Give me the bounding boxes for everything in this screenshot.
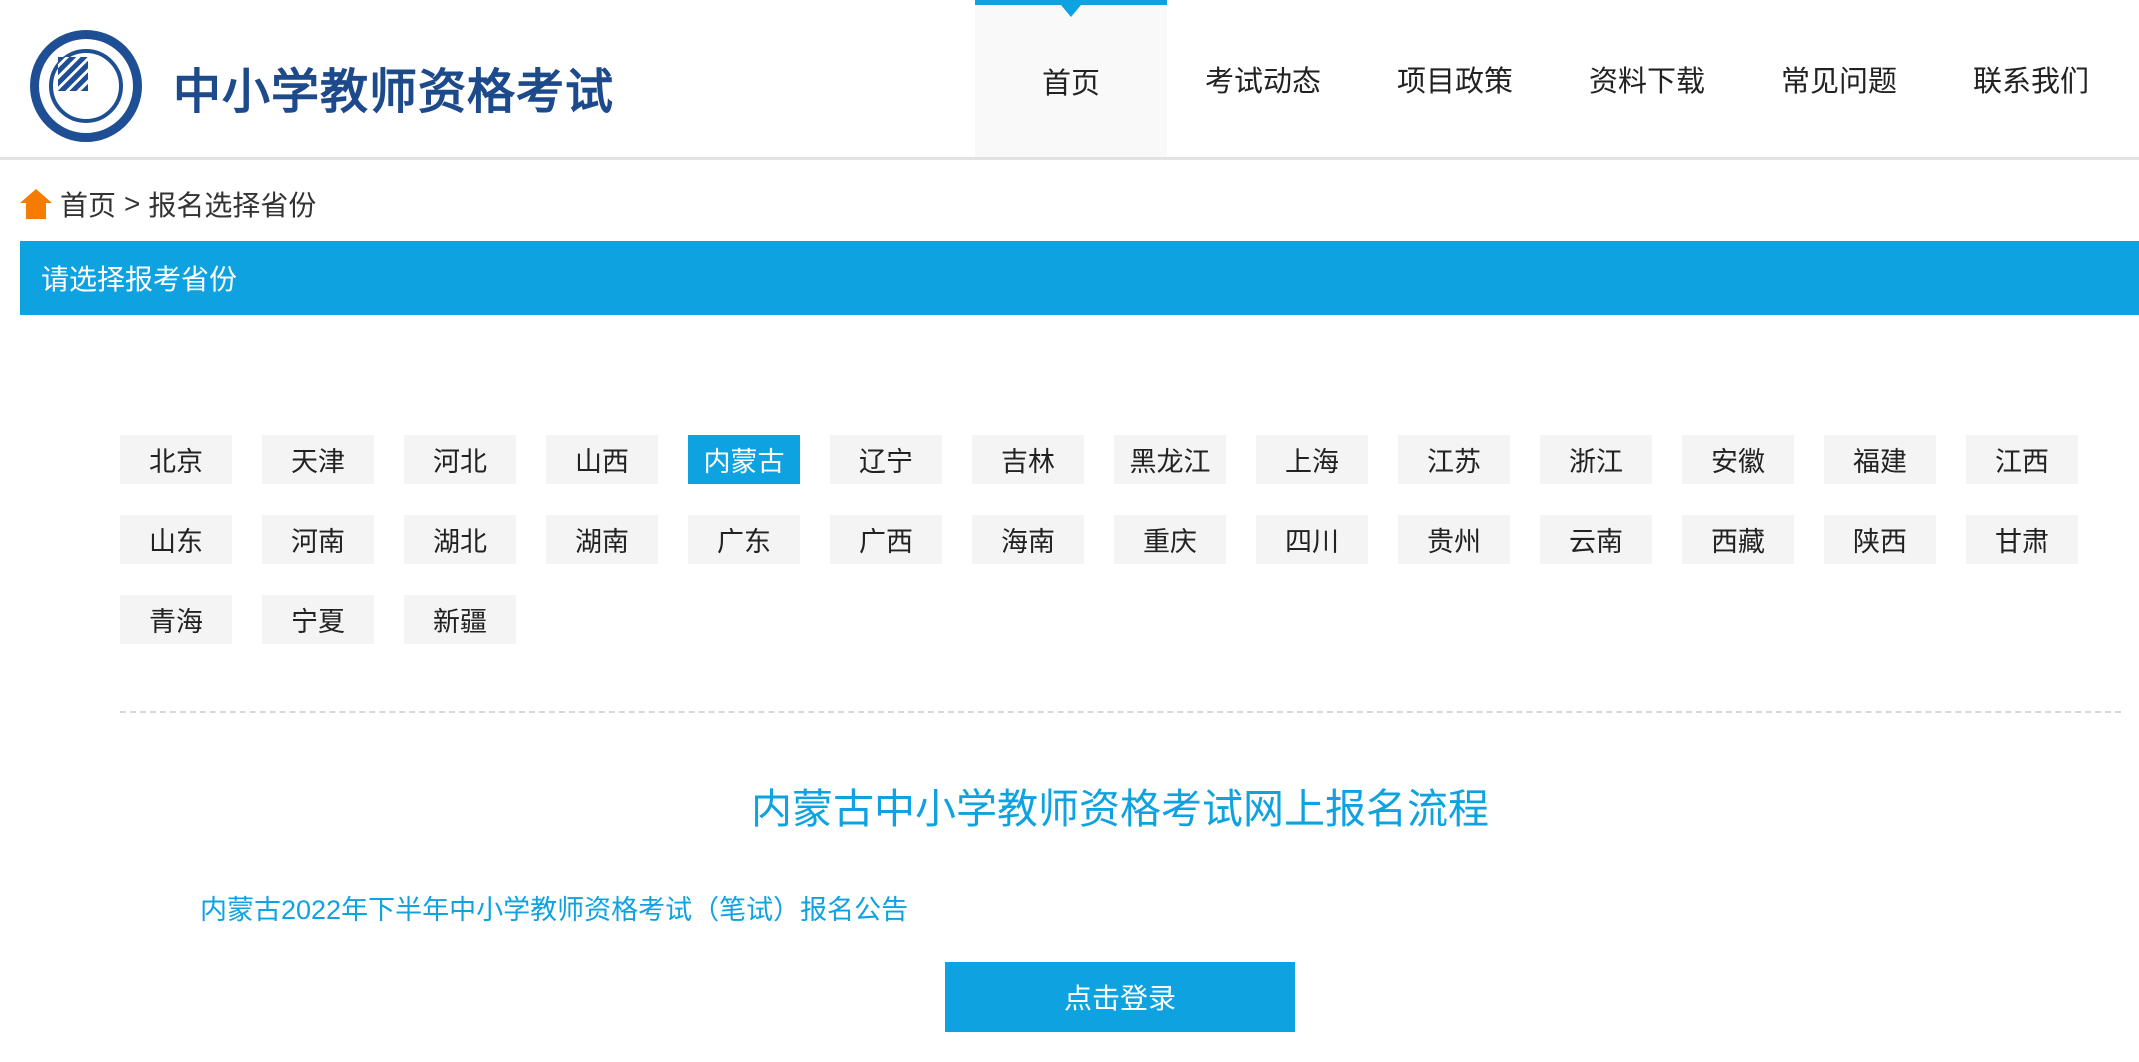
- divider: [120, 711, 2121, 713]
- notice-link[interactable]: 内蒙古2022年下半年中小学教师资格考试（笔试）报名公告: [200, 888, 908, 927]
- province-button[interactable]: 辽宁: [830, 435, 942, 484]
- nav-downloads[interactable]: 资料下载: [1551, 0, 1743, 157]
- province-button[interactable]: 安徽: [1682, 435, 1794, 484]
- province-button[interactable]: 宁夏: [262, 595, 374, 644]
- province-button[interactable]: 青海: [120, 595, 232, 644]
- nav-home[interactable]: 首页: [975, 0, 1167, 157]
- province-button[interactable]: 河南: [262, 515, 374, 564]
- province-button[interactable]: 西藏: [1682, 515, 1794, 564]
- logo-emblem-icon[interactable]: [30, 30, 142, 142]
- province-button[interactable]: 四川: [1256, 515, 1368, 564]
- province-button[interactable]: 福建: [1824, 435, 1936, 484]
- province-button[interactable]: 浙江: [1540, 435, 1652, 484]
- province-button[interactable]: 广西: [830, 515, 942, 564]
- section-title: 请选择报考省份: [41, 264, 238, 295]
- province-button[interactable]: 新疆: [404, 595, 516, 644]
- breadcrumb-home[interactable]: 首页: [60, 184, 116, 224]
- province-button[interactable]: 湖北: [404, 515, 516, 564]
- province-button[interactable]: 广东: [688, 515, 800, 564]
- province-button[interactable]: 海南: [972, 515, 1084, 564]
- province-button[interactable]: 江西: [1966, 435, 2078, 484]
- province-button[interactable]: 江苏: [1398, 435, 1510, 484]
- section-header: 请选择报考省份: [20, 241, 2139, 315]
- province-button[interactable]: 重庆: [1114, 515, 1226, 564]
- province-button[interactable]: 天津: [262, 435, 374, 484]
- province-grid: 北京 天津 河北 山西 内蒙古 辽宁 吉林 黑龙江 上海 江苏 浙江 安徽 福建 江西山东 河南 湖北 湖南 广东…: [120, 435, 2139, 644]
- nav-contact[interactable]: 联系我们: [1935, 0, 2127, 157]
- site-logo-text[interactable]: 中小学教师资格考试: [173, 52, 614, 122]
- province-button[interactable]: 云南: [1540, 515, 1652, 564]
- province-button[interactable]: 北京: [120, 435, 232, 484]
- breadcrumb: 首页 > 报名选择省份: [20, 184, 316, 224]
- province-button[interactable]: 陕西: [1824, 515, 1936, 564]
- breadcrumb-separator: >: [124, 188, 141, 219]
- nav-faq[interactable]: 常见问题: [1743, 0, 1935, 157]
- province-button[interactable]: 贵州: [1398, 515, 1510, 564]
- nav-exam-news[interactable]: 考试动态: [1167, 0, 1359, 157]
- province-button[interactable]: 内蒙古: [688, 435, 800, 484]
- breadcrumb-current: 报名选择省份: [148, 190, 317, 221]
- province-button[interactable]: 甘肃: [1966, 515, 2078, 564]
- site-header: 中小学教师资格考试 首页 考试动态 项目政策 资料下载 常见问题 联系我们: [0, 0, 2139, 160]
- login-button[interactable]: 点击登录: [945, 962, 1295, 1032]
- province-button[interactable]: 黑龙江: [1114, 435, 1226, 484]
- province-button[interactable]: 上海: [1256, 435, 1368, 484]
- province-button[interactable]: 山东: [120, 515, 232, 564]
- province-button[interactable]: 山西: [546, 435, 658, 484]
- main-nav: 首页 考试动态 项目政策 资料下载 常见问题 联系我们: [975, 0, 2127, 157]
- province-button[interactable]: 河北: [404, 435, 516, 484]
- home-icon: [20, 189, 52, 219]
- nav-policies[interactable]: 项目政策: [1359, 0, 1551, 157]
- province-button[interactable]: 湖南: [546, 515, 658, 564]
- process-title: 内蒙古中小学教师资格考试网上报名流程: [751, 786, 1489, 832]
- province-button[interactable]: 吉林: [972, 435, 1084, 484]
